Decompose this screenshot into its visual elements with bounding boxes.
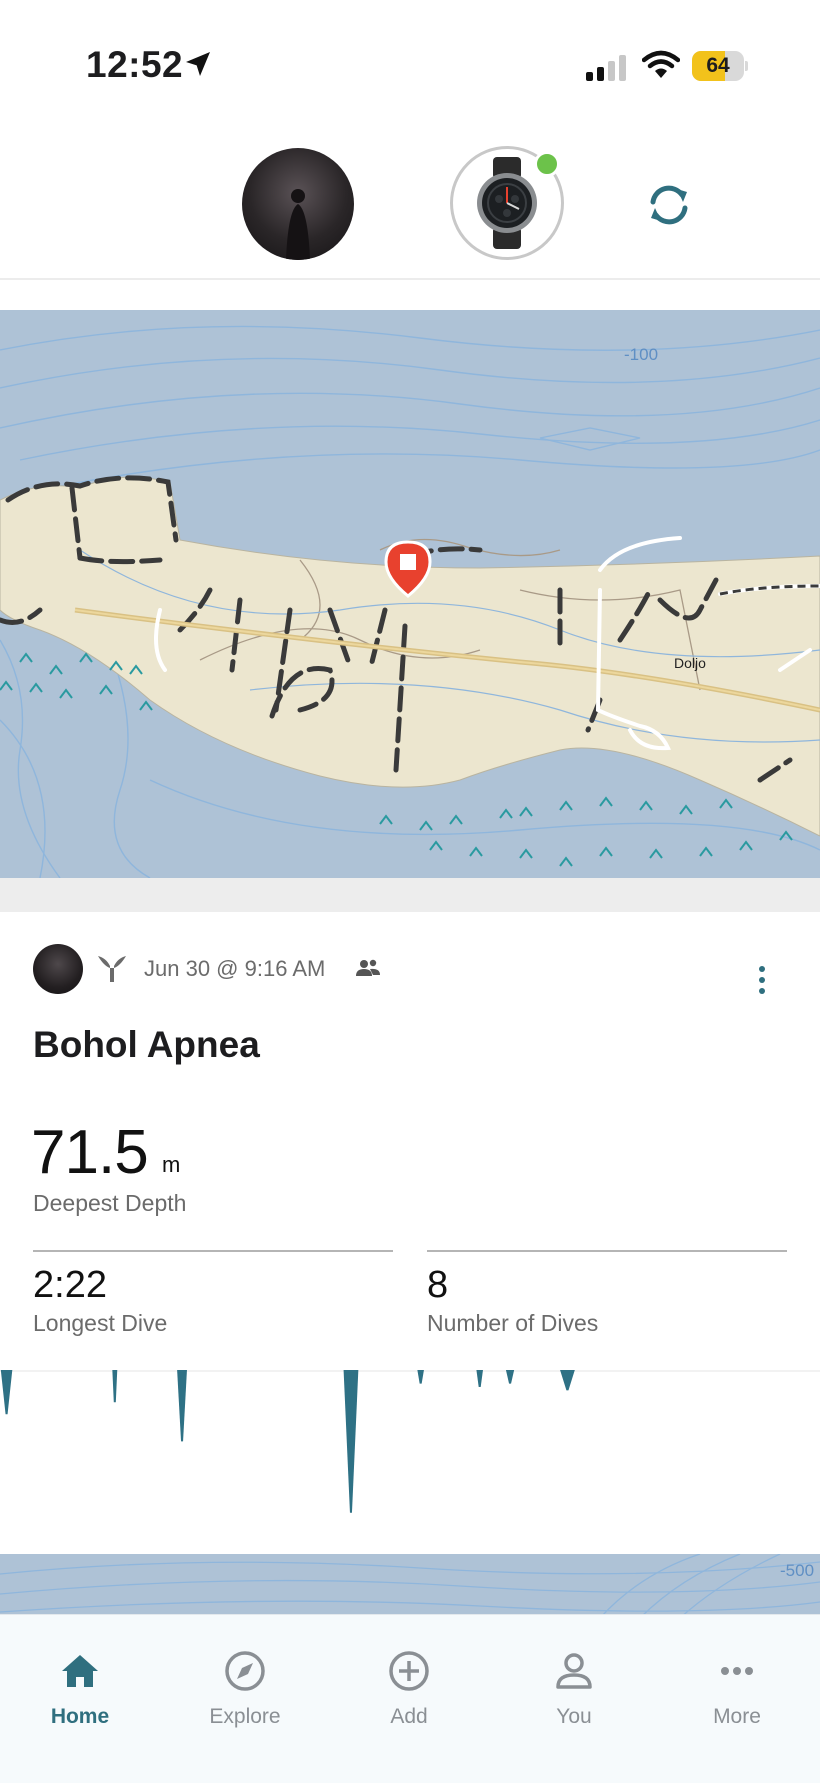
more-options-icon[interactable]: [752, 966, 772, 1000]
dive-spike-2: [112, 1370, 118, 1403]
dive-spike-6: [476, 1370, 483, 1387]
activity-title: Bohol Apnea: [33, 1024, 260, 1065]
tab-more[interactable]: More: [677, 1635, 797, 1745]
place-label: Doljo: [674, 655, 706, 671]
tab-you[interactable]: You: [514, 1635, 634, 1745]
contour-label-top: -100: [624, 345, 658, 364]
home-header: [0, 132, 820, 280]
dive-profile-svg: [0, 1370, 820, 1513]
more-icon: [721, 1667, 753, 1675]
battery-tip: [745, 61, 748, 71]
longest-dive-value: 2:22: [33, 1264, 107, 1306]
dive-spike-8: [560, 1370, 575, 1391]
metric-divider-left: [33, 1250, 393, 1252]
tab-you-label: You: [556, 1705, 592, 1728]
tab-home-label: Home: [50, 1705, 110, 1728]
next-map-canvas: -500: [0, 1554, 820, 1618]
dive-spike-4: [343, 1370, 359, 1513]
tab-bar: Home Explore Add You More: [0, 1614, 820, 1783]
compass-icon: [225, 1651, 265, 1691]
dive-spike-3: [177, 1370, 187, 1442]
activity-date: Jun 30 @ 9:16 AM: [144, 956, 326, 981]
whale-tail-icon: [98, 956, 126, 982]
wifi-icon: [642, 50, 680, 78]
deepest-depth-label: Deepest Depth: [33, 1190, 187, 1216]
tab-add-label: Add: [390, 1705, 428, 1728]
number-of-dives-label: Number of Dives: [427, 1310, 599, 1336]
tab-more-label: More: [713, 1705, 761, 1728]
dive-spike-5: [417, 1370, 424, 1384]
battery-body: 64: [692, 51, 744, 81]
next-activity-map[interactable]: -500: [0, 1554, 820, 1618]
battery-icon: 64: [692, 51, 748, 81]
tab-explore-label: Explore: [209, 1705, 281, 1728]
deepest-depth-unit: m: [162, 1152, 181, 1177]
device-connected-dot: [534, 151, 560, 177]
dive-spike-7: [505, 1370, 515, 1384]
longest-dive-label: Longest Dive: [33, 1310, 168, 1336]
deepest-depth-value: 71.5: [31, 1118, 149, 1187]
map-canvas: -100 Doljo: [0, 325, 820, 878]
contour-label-bottom: -500: [780, 1561, 814, 1580]
home-icon: [62, 1655, 98, 1687]
profile-avatar[interactable]: [242, 148, 354, 260]
dive-profile-chart: [0, 1370, 820, 1554]
avatar-silhouette-icon: [286, 189, 310, 260]
activity-map[interactable]: -100 Doljo: [0, 310, 820, 878]
tab-home[interactable]: Home: [20, 1635, 140, 1745]
battery-percent: 64: [706, 54, 730, 77]
tab-add[interactable]: Add: [349, 1635, 469, 1745]
avatar[interactable]: [33, 944, 83, 994]
number-of-dives-value: 8: [427, 1264, 449, 1306]
metric-divider-right: [427, 1250, 787, 1252]
sync-icon[interactable]: [644, 180, 694, 230]
map-divider: [0, 878, 820, 912]
group-icon: [356, 959, 380, 976]
dive-spike-1: [0, 1370, 13, 1415]
location-arrow-icon: [186, 52, 210, 76]
activity-card[interactable]: Jun 30 @ 9:16 AM Bohol Apnea 71.5 m Deep…: [0, 912, 820, 1370]
cellular-signal-icon: [586, 55, 626, 81]
status-time: 12:52: [86, 44, 184, 85]
tab-explore[interactable]: Explore: [185, 1635, 305, 1745]
status-bar: 12:52 64: [0, 0, 820, 132]
user-icon: [556, 1653, 592, 1689]
add-icon: [389, 1651, 429, 1691]
